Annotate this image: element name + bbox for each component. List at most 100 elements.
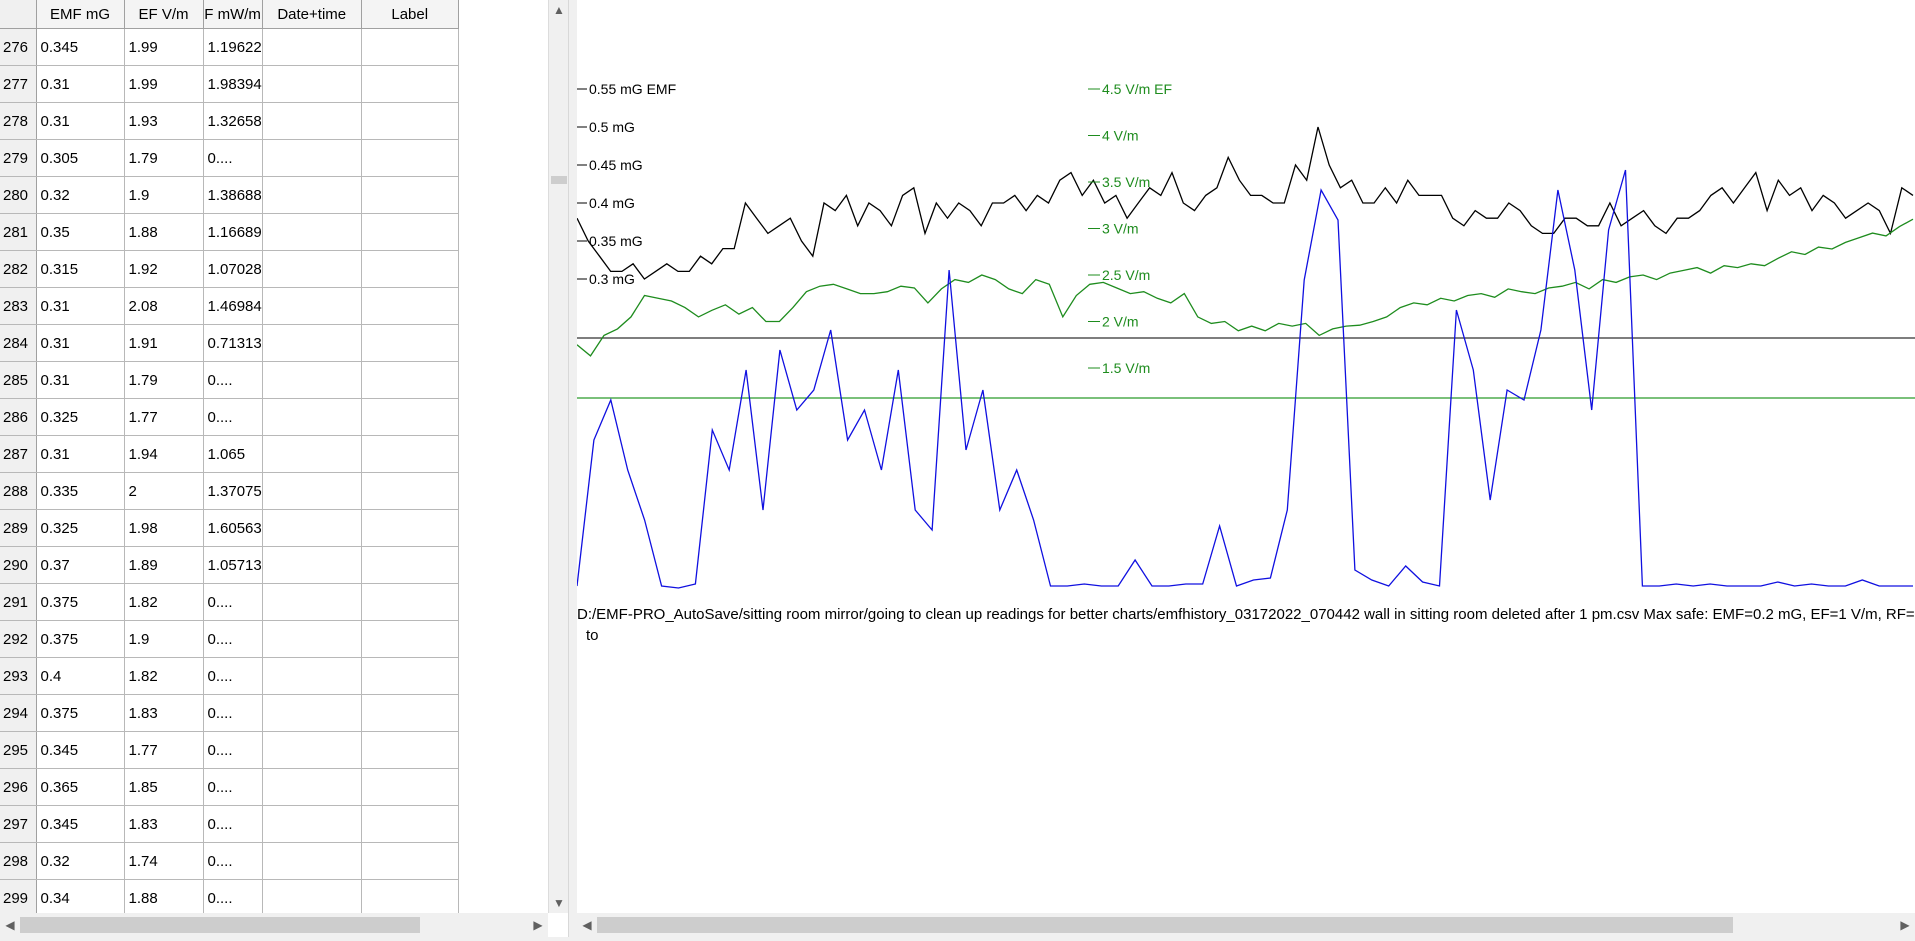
table-row[interactable]: 278 0.31 1.93 1.32658 [0, 102, 459, 140]
cell-rf[interactable]: 1.32658 [203, 102, 263, 140]
cell-emf[interactable]: 0.35 [36, 213, 125, 251]
table-row[interactable]: 276 0.345 1.99 1.19622 [0, 28, 459, 66]
cell-label[interactable] [361, 435, 459, 473]
cell-ef[interactable]: 1.74 [124, 842, 204, 880]
cell-datetime[interactable] [262, 65, 362, 103]
row-number[interactable]: 288 [0, 472, 37, 510]
cell-rf[interactable]: 0.... [203, 620, 263, 658]
table-row[interactable]: 288 0.335 2 1.37075 [0, 472, 459, 510]
table-row[interactable]: 295 0.345 1.77 0.... [0, 731, 459, 769]
cell-ef[interactable]: 1.77 [124, 398, 204, 436]
cell-ef[interactable]: 1.94 [124, 435, 204, 473]
table-row[interactable]: 287 0.31 1.94 1.065 [0, 435, 459, 473]
row-number[interactable]: 286 [0, 398, 37, 436]
scroll-down-arrow-icon[interactable]: ▼ [549, 893, 569, 913]
cell-rf[interactable]: 0.... [203, 139, 263, 177]
cell-datetime[interactable] [262, 139, 362, 177]
cell-rf[interactable]: 0.... [203, 879, 263, 917]
cell-label[interactable] [361, 324, 459, 362]
row-number[interactable]: 296 [0, 768, 37, 806]
cell-ef[interactable]: 1.99 [124, 65, 204, 103]
cell-emf[interactable]: 0.365 [36, 768, 125, 806]
cell-datetime[interactable] [262, 28, 362, 66]
cell-ef[interactable]: 1.79 [124, 361, 204, 399]
table-row[interactable]: 297 0.345 1.83 0.... [0, 805, 459, 843]
cell-datetime[interactable] [262, 250, 362, 288]
cell-ef[interactable]: 1.99 [124, 28, 204, 66]
cell-rf[interactable]: 1.16689 [203, 213, 263, 251]
cell-emf[interactable]: 0.345 [36, 805, 125, 843]
cell-emf[interactable]: 0.375 [36, 583, 125, 621]
cell-emf[interactable]: 0.345 [36, 28, 125, 66]
cell-label[interactable] [361, 472, 459, 510]
cell-label[interactable] [361, 28, 459, 66]
cell-emf[interactable]: 0.315 [36, 250, 125, 288]
table-row[interactable]: 290 0.37 1.89 1.05713 [0, 546, 459, 584]
cell-ef[interactable]: 1.9 [124, 176, 204, 214]
row-number[interactable]: 282 [0, 250, 37, 288]
cell-datetime[interactable] [262, 768, 362, 806]
cell-rf[interactable]: 0.71313 [203, 324, 263, 362]
cell-label[interactable] [361, 731, 459, 769]
cell-rf[interactable]: 0.... [203, 361, 263, 399]
row-number[interactable]: 295 [0, 731, 37, 769]
row-number[interactable]: 280 [0, 176, 37, 214]
table-row[interactable]: 284 0.31 1.91 0.71313 [0, 324, 459, 362]
cell-label[interactable] [361, 583, 459, 621]
cell-label[interactable] [361, 546, 459, 584]
cell-ef[interactable]: 1.93 [124, 102, 204, 140]
cell-label[interactable] [361, 509, 459, 547]
cell-label[interactable] [361, 620, 459, 658]
cell-datetime[interactable] [262, 398, 362, 436]
cell-label[interactable] [361, 805, 459, 843]
cell-ef[interactable]: 1.83 [124, 805, 204, 843]
table-row[interactable]: 286 0.325 1.77 0.... [0, 398, 459, 436]
cell-emf[interactable]: 0.31 [36, 102, 125, 140]
cell-emf[interactable]: 0.31 [36, 324, 125, 362]
cell-datetime[interactable] [262, 287, 362, 325]
cell-label[interactable] [361, 361, 459, 399]
row-number[interactable]: 276 [0, 28, 37, 66]
row-number[interactable]: 279 [0, 139, 37, 177]
cell-rf[interactable]: 1.37075 [203, 472, 263, 510]
cell-label[interactable] [361, 768, 459, 806]
cell-ef[interactable]: 1.79 [124, 139, 204, 177]
cell-emf[interactable]: 0.4 [36, 657, 125, 695]
cell-ef[interactable]: 1.98 [124, 509, 204, 547]
cell-emf[interactable]: 0.32 [36, 176, 125, 214]
cell-ef[interactable]: 1.88 [124, 879, 204, 917]
row-number[interactable]: 278 [0, 102, 37, 140]
cell-label[interactable] [361, 250, 459, 288]
table-row[interactable]: 299 0.34 1.88 0.... [0, 879, 459, 917]
cell-rf[interactable]: 1.065 [203, 435, 263, 473]
cell-rf[interactable]: 0.... [203, 583, 263, 621]
cell-ef[interactable]: 1.92 [124, 250, 204, 288]
column-header-ef[interactable]: EF V/m [124, 0, 204, 29]
table-row[interactable]: 291 0.375 1.82 0.... [0, 583, 459, 621]
cell-datetime[interactable] [262, 435, 362, 473]
cell-rf[interactable]: 0.... [203, 768, 263, 806]
cell-datetime[interactable] [262, 213, 362, 251]
row-number[interactable]: 285 [0, 361, 37, 399]
cell-datetime[interactable] [262, 176, 362, 214]
row-number[interactable]: 287 [0, 435, 37, 473]
cell-ef[interactable]: 1.82 [124, 657, 204, 695]
cell-emf[interactable]: 0.375 [36, 620, 125, 658]
scroll-up-arrow-icon[interactable]: ▲ [549, 0, 569, 20]
cell-datetime[interactable] [262, 657, 362, 695]
cell-rf[interactable]: 0.... [203, 657, 263, 695]
cell-datetime[interactable] [262, 583, 362, 621]
cell-emf[interactable]: 0.305 [36, 139, 125, 177]
cell-label[interactable] [361, 213, 459, 251]
cell-datetime[interactable] [262, 102, 362, 140]
table-row[interactable]: 279 0.305 1.79 0.... [0, 139, 459, 177]
cell-ef[interactable]: 1.88 [124, 213, 204, 251]
cell-rf[interactable]: 1.38688 [203, 176, 263, 214]
row-number[interactable]: 292 [0, 620, 37, 658]
cell-rf[interactable]: 0.... [203, 398, 263, 436]
cell-label[interactable] [361, 842, 459, 880]
cell-datetime[interactable] [262, 472, 362, 510]
cell-ef[interactable]: 2 [124, 472, 204, 510]
chart-scroll-left-arrow-icon[interactable]: ◀ [577, 915, 597, 935]
cell-emf[interactable]: 0.375 [36, 694, 125, 732]
